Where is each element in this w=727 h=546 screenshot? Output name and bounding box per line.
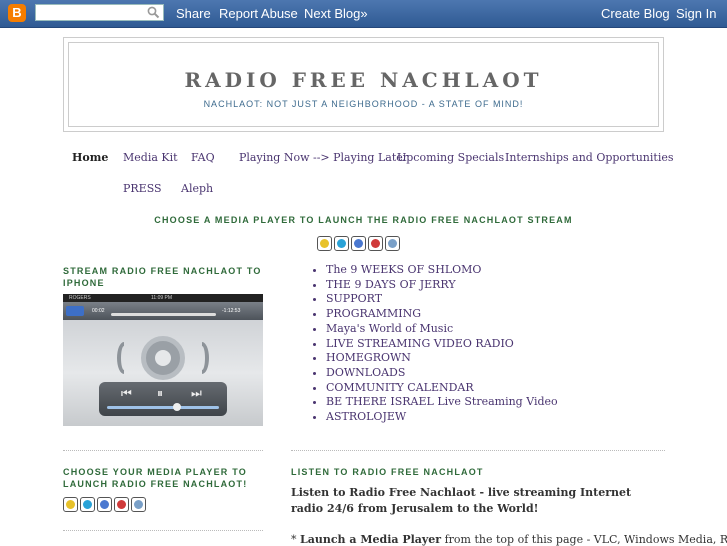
- list-item[interactable]: DOWNLOADS: [326, 366, 558, 381]
- sign-in-link[interactable]: Sign In: [676, 6, 716, 21]
- step-prefix: *: [291, 533, 300, 546]
- divider: [291, 450, 665, 451]
- winamp-icon[interactable]: [317, 236, 332, 251]
- sound-wave-icon: [202, 342, 209, 374]
- list-item[interactable]: SUPPORT: [326, 292, 558, 307]
- report-abuse-link[interactable]: Report Abuse: [219, 6, 298, 21]
- itunes-icon[interactable]: [97, 497, 112, 512]
- tab-internships[interactable]: Internships and Opportunities: [505, 151, 674, 164]
- elapsed-label: 00:02: [92, 308, 105, 314]
- iphone-player-image[interactable]: ROGERS 11:09 PM 00:02 -1:12:53 ⏮ ⏸ ⏭: [63, 294, 263, 426]
- fast-forward-icon: ⏭: [191, 386, 202, 400]
- blog-title[interactable]: RADIO FREE NACHLAOT: [69, 68, 658, 92]
- list-item[interactable]: BE THERE ISRAEL Live Streaming Video: [326, 395, 558, 410]
- volume-slider: [107, 406, 219, 409]
- step-bold: Launch a Media Player: [300, 533, 442, 546]
- players-heading: CHOOSE YOUR MEDIA PLAYER TO LAUNCH RADIO…: [63, 467, 248, 489]
- quicktime-icon[interactable]: [385, 236, 400, 251]
- iphone-playback-controls: ⏮ ⏸ ⏭: [99, 382, 227, 416]
- tab-faq[interactable]: FAQ: [191, 151, 215, 164]
- done-button: [66, 306, 84, 316]
- tab-aleph[interactable]: Aleph: [181, 182, 213, 195]
- iphone-status-bar: ROGERS 11:09 PM: [63, 294, 263, 302]
- rewind-icon: ⏮: [121, 386, 132, 400]
- post-intro: Listen to Radio Free Nachlaot - live str…: [291, 486, 632, 515]
- list-item[interactable]: COMMUNITY CALENDAR: [326, 381, 558, 396]
- blogger-logo-icon[interactable]: B: [8, 4, 26, 22]
- list-item[interactable]: PROGRAMMING: [326, 307, 558, 322]
- volume-knob: [173, 403, 181, 411]
- media-player-heading: CHOOSE A MEDIA PLAYER TO LAUNCH THE RADI…: [154, 215, 573, 225]
- clock-label: 11:09 PM: [151, 295, 173, 301]
- sound-wave-icon: [117, 342, 124, 374]
- real-player-icon[interactable]: [114, 497, 129, 512]
- carrier-label: ROGERS: [69, 295, 91, 301]
- list-item[interactable]: ASTROLOJEW: [326, 410, 558, 425]
- tab-media-kit[interactable]: Media Kit: [123, 151, 178, 164]
- tab-upcoming-specials[interactable]: Upcoming Specials: [397, 151, 504, 164]
- iphone-control-bar: 00:02 -1:12:53: [63, 302, 263, 320]
- blog-header: RADIO FREE NACHLAOT NACHLAOT: NOT JUST A…: [63, 37, 664, 132]
- media-player-icons-top: [317, 236, 400, 251]
- step-rest: from the top of this page - VLC, Windows…: [441, 533, 727, 546]
- vlc-icon[interactable]: [334, 236, 349, 251]
- progress-track: [111, 313, 216, 316]
- real-player-icon[interactable]: [368, 236, 383, 251]
- quicktime-logo-icon: [141, 336, 185, 380]
- list-item[interactable]: LIVE STREAMING VIDEO RADIO: [326, 337, 558, 352]
- list-item[interactable]: The 9 WEEKS OF SHLOMO: [326, 263, 558, 278]
- media-player-icons-side: [63, 497, 146, 512]
- blog-tagline: NACHLAOT: NOT JUST A NEIGHBORHOOD - A ST…: [203, 99, 524, 109]
- tab-press[interactable]: PRESS: [123, 182, 162, 195]
- list-item[interactable]: Maya's World of Music: [326, 322, 558, 337]
- divider: [63, 450, 263, 451]
- quicktime-icon[interactable]: [131, 497, 146, 512]
- blog-header-inner: RADIO FREE NACHLAOT NACHLAOT: NOT JUST A…: [68, 42, 659, 127]
- pause-icon: ⏸: [157, 386, 164, 400]
- divider: [63, 530, 263, 531]
- iphone-stream-heading: STREAM RADIO FREE NACHLAOT TO IPHONE: [63, 266, 262, 288]
- search-box: [35, 4, 164, 25]
- tab-home[interactable]: Home: [72, 151, 108, 164]
- share-link[interactable]: Share: [176, 6, 211, 21]
- post-step: * Launch a Media Player from the top of …: [291, 533, 727, 546]
- itunes-icon[interactable]: [351, 236, 366, 251]
- list-item[interactable]: THE 9 DAYS OF JERRY: [326, 278, 558, 293]
- winamp-icon[interactable]: [63, 497, 78, 512]
- remaining-label: -1:12:53: [222, 308, 241, 314]
- tab-playing-now[interactable]: Playing Now --> Playing Later: [239, 151, 408, 164]
- create-blog-link[interactable]: Create Blog: [601, 6, 670, 21]
- vlc-icon[interactable]: [80, 497, 95, 512]
- search-icon[interactable]: [147, 6, 160, 19]
- search-input[interactable]: [36, 9, 152, 25]
- next-blog-link[interactable]: Next Blog»: [304, 6, 368, 21]
- post-title: LISTEN TO RADIO FREE NACHLAOT: [291, 467, 484, 477]
- list-item[interactable]: HOMEGROWN: [326, 351, 558, 366]
- page-links-list: The 9 WEEKS OF SHLOMO THE 9 DAYS OF JERR…: [309, 263, 558, 425]
- blogger-navbar: B Share Report Abuse Next Blog» Create B…: [0, 0, 727, 28]
